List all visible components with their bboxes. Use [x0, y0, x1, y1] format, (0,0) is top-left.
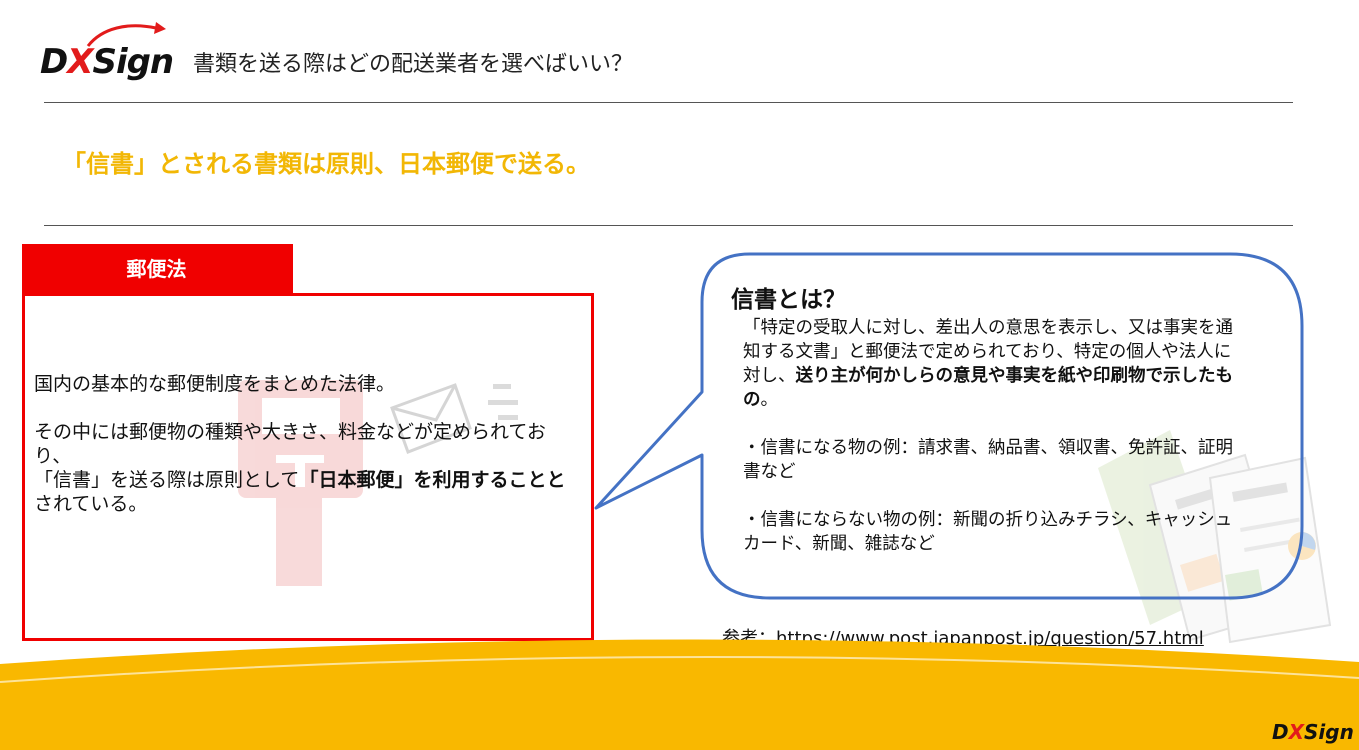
- header-divider: [44, 102, 1293, 103]
- logo-x: X: [67, 42, 93, 82]
- footer-logo-d: D: [1272, 720, 1289, 744]
- law-tab-label: 郵便法: [126, 256, 187, 281]
- examples-yes: ・信書になる物の例：請求書、納品書、領収書、免許証、証明書など: [743, 438, 1233, 482]
- law-line-2: その中には郵便物の種類や大きさ、料金などが定められており、: [34, 421, 546, 467]
- headline: 「信書」とされる書類は原則、日本郵便で送る。: [62, 150, 590, 178]
- law-tab: 郵便法: [22, 244, 293, 294]
- law-line-3-bold: 「日本郵便」を利用することと: [299, 469, 566, 491]
- dxsign-logo: DXSign: [40, 20, 174, 82]
- logo-d: D: [40, 42, 68, 82]
- footer-logo: DXSign: [1272, 720, 1354, 744]
- bubble-body: 「特定の受取人に対し、差出人の意思を表示し、又は事実を通知する文書」と郵便法で定…: [743, 316, 1243, 556]
- law-line-1: 国内の基本的な郵便制度をまとめた法律。: [34, 373, 396, 395]
- examples-no: ・信書にならない物の例：新聞の折り込みチラシ、キャッシュカード、新聞、雑誌など: [743, 510, 1233, 554]
- definition-end: 。: [760, 390, 779, 410]
- law-description: 国内の基本的な郵便制度をまとめた法律。 その中には郵便物の種類や大きさ、料金など…: [34, 372, 579, 516]
- footer-wave: [0, 639, 1359, 750]
- logo-sign: Sign: [92, 42, 174, 82]
- law-line-3-pre: 「信書」を送る際は原則として: [34, 469, 300, 491]
- law-line-3: 「信書」を送る際は原則として「日本郵便」を利用することとされている。: [34, 468, 579, 516]
- footer-logo-x: X: [1288, 720, 1305, 744]
- bubble-title: 信書とは？: [731, 287, 846, 313]
- footer-logo-sign: Sign: [1304, 720, 1354, 744]
- page-title: 書類を送る際はどの配送業者を選べばいい？: [193, 52, 634, 77]
- definition: 「特定の受取人に対し、差出人の意思を表示し、又は事実を通知する文書」と郵便法で定…: [743, 316, 1243, 412]
- law-line-3-post: されている。: [34, 493, 148, 515]
- definition-bold: 送り主が何かしらの意見や事実を紙や印刷物で示したもの: [743, 366, 1233, 410]
- headline-divider: [44, 225, 1293, 226]
